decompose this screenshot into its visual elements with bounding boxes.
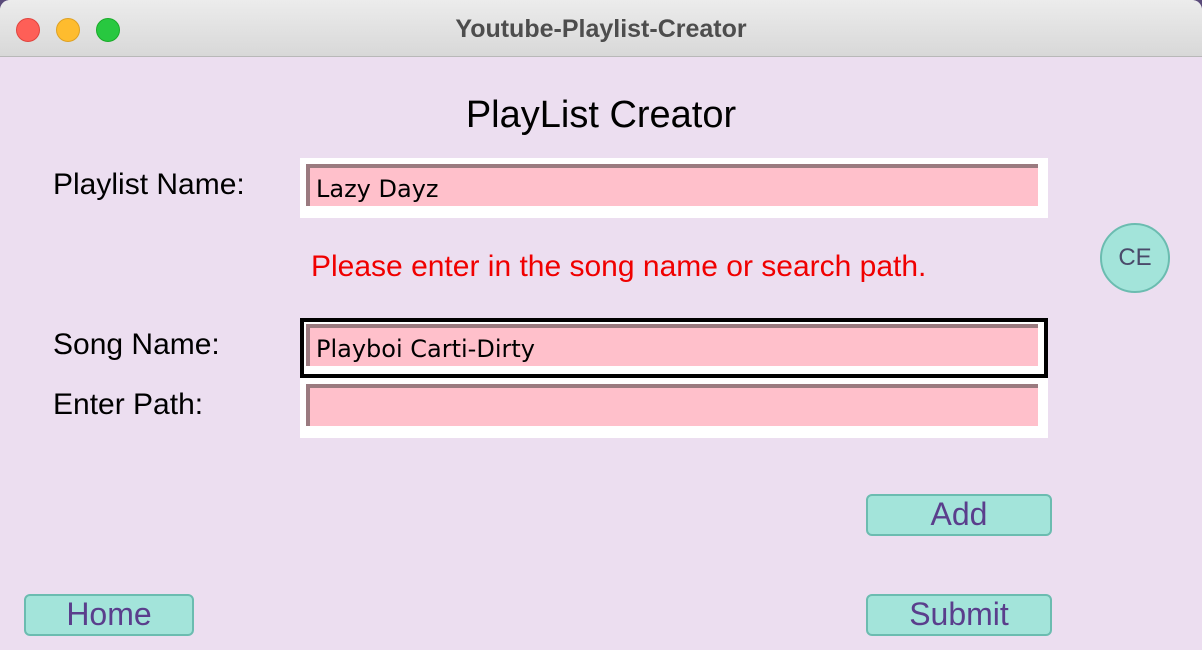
song-name-field-frame: [300, 318, 1048, 378]
playlist-name-label: Playlist Name:: [53, 168, 245, 201]
enter-path-field-frame: [300, 378, 1048, 438]
song-name-label: Song Name:: [53, 328, 220, 361]
playlist-name-input[interactable]: [306, 164, 1038, 206]
error-message: Please enter in the song name or search …: [311, 250, 927, 283]
page-title: PlayList Creator: [465, 94, 737, 136]
enter-path-input[interactable]: [306, 384, 1038, 426]
app-window: Youtube-Playlist-Creator PlayList Creato…: [0, 0, 1202, 650]
add-button[interactable]: Add: [866, 494, 1052, 536]
enter-path-label: Enter Path:: [53, 388, 204, 421]
song-name-input[interactable]: [306, 324, 1038, 366]
home-button[interactable]: Home: [24, 594, 194, 636]
title-bar: Youtube-Playlist-Creator: [0, 0, 1202, 57]
window-title: Youtube-Playlist-Creator: [455, 15, 747, 43]
playlist-name-field-frame: [300, 158, 1048, 218]
submit-button[interactable]: Submit: [866, 594, 1052, 636]
ce-button[interactable]: CE: [1100, 223, 1170, 293]
